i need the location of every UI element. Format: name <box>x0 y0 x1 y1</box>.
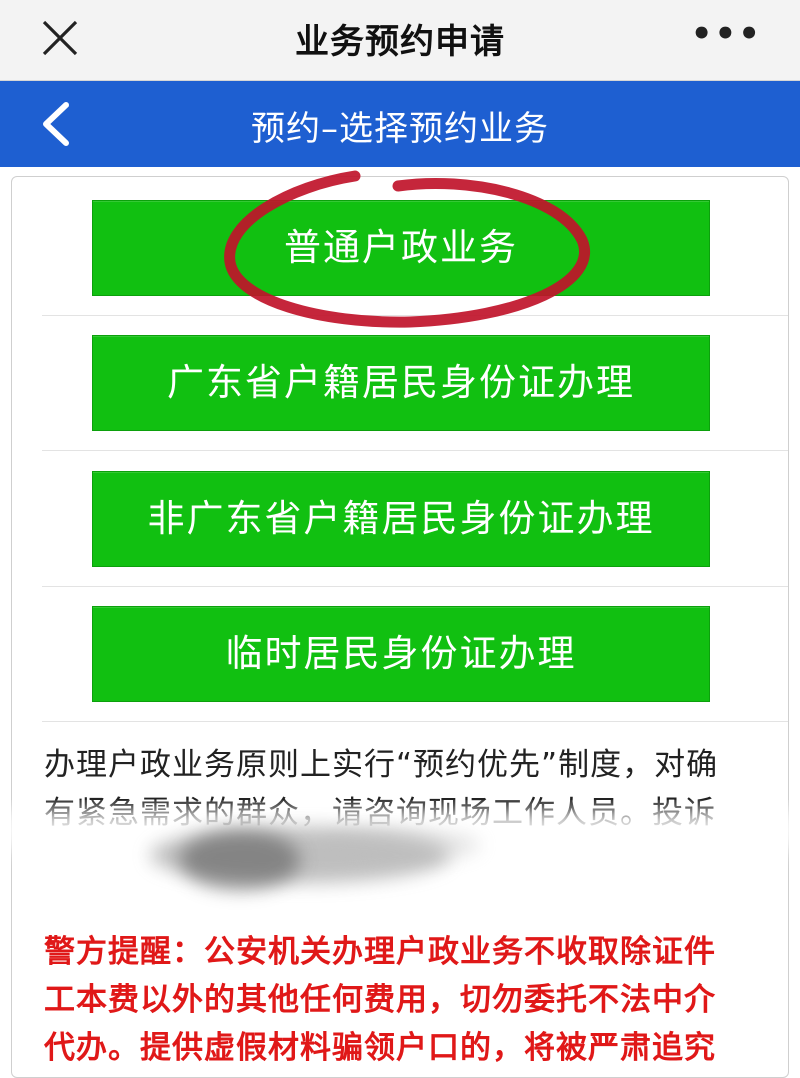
divider <box>42 315 788 316</box>
warning-line-2: 工本费以外的其他任何费用，切勿委托不法中介 <box>44 982 716 1018</box>
notice-line-1: 办理户政业务原则上实行“预约优先”制度，对确 <box>44 747 719 783</box>
nav-title: 预约–选择预约业务 <box>251 109 549 149</box>
divider <box>42 721 788 722</box>
window-title-bar: 业务预约申请 ••• <box>0 0 800 81</box>
divider <box>42 586 788 587</box>
warning-line-3: 代办。提供虚假材料骗领户口的，将被严肃追究 <box>44 1030 716 1066</box>
nav-bar: 预约–选择预约业务 <box>0 81 800 167</box>
police-warning: 警方提醒：公安机关办理户政业务不收取除证件 工本费以外的其他任何费用，切勿委托不… <box>44 928 760 1072</box>
more-icon[interactable]: ••• <box>691 14 762 54</box>
service-button-non-guangdong-id[interactable]: 非广东省户籍居民身份证办理 <box>92 471 710 567</box>
service-button-guangdong-id[interactable]: 广东省户籍居民身份证办理 <box>92 335 710 431</box>
warning-line-1: 警方提醒：公安机关办理户政业务不收取除证件 <box>44 934 716 970</box>
service-button-general[interactable]: 普通户政业务 <box>92 200 710 296</box>
redaction-smudge <box>0 810 800 890</box>
service-button-temporary-id[interactable]: 临时居民身份证办理 <box>92 606 710 702</box>
divider <box>42 450 788 451</box>
window-title: 业务预约申请 <box>295 22 505 62</box>
